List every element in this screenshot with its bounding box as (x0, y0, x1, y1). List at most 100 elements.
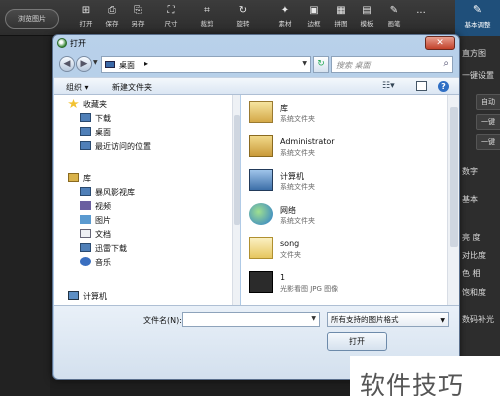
chevron-down-icon: ▼ (440, 317, 445, 324)
computer-icon (68, 291, 79, 300)
documents-icon (80, 229, 91, 238)
nav-item[interactable]: 库 (68, 173, 91, 185)
hue-label: 色 相 (462, 269, 481, 278)
material-tool-button[interactable]: ✦ 素材 (271, 4, 299, 34)
computer-icon (249, 169, 273, 191)
file-item[interactable]: 1 光影看图 JPG 图像 (249, 271, 439, 297)
more-tool-button[interactable]: ... (407, 4, 435, 34)
nav-item[interactable]: 桌面 (80, 127, 111, 139)
resize-tool-button[interactable]: ⛶ 尺寸 (157, 4, 185, 34)
search-input[interactable]: 搜索 桌面 ⌕ (331, 56, 453, 73)
file-name: 计算机 (280, 172, 304, 181)
tab-basic-adjust[interactable]: ✎ 基本调整 (455, 0, 500, 36)
nav-item[interactable]: 音乐 (80, 257, 111, 269)
open-file-dialog: 打开 ✕ ◀ ▶ ▼ 桌面 ▸ ▼ ↻ 搜索 桌面 ⌕ 组织 ▾ 新建文件夹 ☷… (52, 34, 460, 380)
basic-label: 基本 (462, 195, 478, 204)
file-type: 系统文件夹 (280, 217, 315, 225)
address-bar[interactable]: 桌面 ▸ ▼ (101, 56, 311, 73)
file-item[interactable]: 网络 系统文件夹 (249, 203, 439, 229)
refresh-icon: ↻ (317, 59, 325, 69)
browse-images-button[interactable]: 浏览图片 (5, 9, 59, 29)
scroll-thumb[interactable] (450, 107, 458, 247)
thunder-download-icon (80, 243, 91, 252)
open-button[interactable]: 打开 (327, 332, 387, 351)
organize-menu[interactable]: 组织 ▾ (66, 82, 89, 93)
filename-input[interactable]: ▼ (182, 312, 320, 327)
help-icon[interactable]: ? (438, 81, 449, 92)
chevron-down-icon[interactable]: ▼ (311, 315, 316, 322)
file-item[interactable]: Administrator 系统文件夹 (249, 135, 439, 161)
file-item[interactable]: 库系统文件夹 (249, 101, 439, 127)
nav-item-label: 迅雷下载 (95, 244, 127, 253)
rotate-icon: ↻ (238, 5, 248, 16)
back-button[interactable]: ◀ (59, 56, 75, 72)
template-tool-button[interactable]: ▤ 模板 (353, 4, 381, 34)
file-type: 系统文件夹 (280, 149, 315, 157)
video-icon (80, 201, 91, 210)
close-icon: ✕ (436, 38, 444, 48)
auto-button[interactable]: 自动 (476, 94, 500, 110)
search-icon: ⌕ (443, 58, 449, 69)
download-folder-icon (80, 113, 91, 122)
network-icon (249, 203, 273, 225)
open-icon: ⊞ (81, 5, 91, 16)
scroll-thumb[interactable] (234, 115, 240, 225)
file-item[interactable]: song 文件夹 (249, 237, 439, 263)
crop-tool-button[interactable]: ⌗ 裁剪 (193, 4, 221, 34)
frame-tool-button[interactable]: ▣ 边框 (300, 4, 328, 34)
nav-item-label: 收藏夹 (83, 100, 107, 109)
filetype-select[interactable]: 所有支持的图片格式 ▼ (327, 312, 449, 327)
contrast-label: 对比度 (462, 251, 486, 260)
library-folder-icon (249, 101, 273, 123)
new-folder-button[interactable]: 新建文件夹 (112, 82, 152, 93)
nav-item[interactable]: 暴风影视库 (80, 187, 135, 199)
brush-icon: ✎ (389, 5, 399, 16)
nav-item-label: 文档 (95, 230, 111, 239)
collage-icon: ▦ (336, 5, 346, 16)
refresh-button[interactable]: ↻ (313, 56, 329, 73)
nav-item[interactable]: 视频 (80, 201, 111, 213)
one-click-settings-label: 一键设置 (462, 71, 494, 80)
file-list-scrollbar[interactable] (447, 95, 459, 305)
view-options-icon[interactable]: ☷▾ (382, 81, 395, 91)
recent-places-icon (80, 141, 91, 150)
nav-item[interactable]: 下载 (80, 113, 111, 125)
nav-item[interactable]: 图片 (80, 215, 111, 227)
rotate-tool-button[interactable]: ↻ 旋转 (229, 4, 257, 34)
forward-button[interactable]: ▶ (76, 56, 92, 72)
save-as-tool-button[interactable]: ⎘ 另存 (124, 4, 152, 34)
recent-locations-dropdown[interactable]: ▼ (93, 59, 98, 66)
nav-item-label: 计算机 (83, 292, 107, 301)
nav-item-label: 视频 (95, 202, 111, 211)
digital-label: 数字 (462, 167, 478, 176)
close-button[interactable]: ✕ (425, 36, 455, 50)
fill-light-label: 数码补光 (462, 315, 494, 324)
file-type: 文件夹 (280, 251, 301, 259)
open-tool-button[interactable]: ⊞ 打开 (72, 4, 100, 34)
nav-item[interactable]: 计算机 (68, 291, 107, 303)
nav-item[interactable]: 文档 (80, 229, 111, 241)
one-click-button-1[interactable]: 一键 (476, 114, 500, 130)
app-logo-icon (57, 38, 67, 48)
navigation-pane: 收藏夹下载桌面最近访问的位置库暴风影视库视频图片文档迅雷下载音乐计算机 (54, 95, 232, 305)
chevron-down-icon[interactable]: ▼ (302, 60, 307, 67)
left-panel (0, 36, 50, 396)
collage-tool-button[interactable]: ▦ 拼图 (327, 4, 355, 34)
one-click-button-2[interactable]: 一键 (476, 134, 500, 150)
nav-item[interactable]: 迅雷下载 (80, 243, 127, 255)
nav-item-label: 下载 (95, 114, 111, 123)
navigation-scrollbar[interactable] (232, 95, 240, 305)
nav-item[interactable]: 最近访问的位置 (80, 141, 151, 153)
nav-item[interactable]: 收藏夹 (68, 99, 107, 111)
user-folder-icon (249, 135, 273, 157)
arrow-right-icon: ▶ (80, 59, 88, 69)
frame-icon: ▣ (309, 5, 319, 16)
save-icon: ⎙ (108, 5, 116, 16)
brush-tool-button[interactable]: ✎ 画笔 (380, 4, 408, 34)
save-tool-button[interactable]: ⎙ 保存 (98, 4, 126, 34)
preview-pane-icon[interactable] (416, 81, 427, 91)
chevron-right-icon[interactable]: ▸ (144, 59, 148, 68)
file-list: 库系统文件夹 Administrator 系统文件夹 计算机 系统文件夹 网络 系统文件夹 s… (241, 95, 447, 305)
file-item[interactable]: 计算机 系统文件夹 (249, 169, 439, 195)
saturation-label: 饱和度 (462, 288, 486, 297)
